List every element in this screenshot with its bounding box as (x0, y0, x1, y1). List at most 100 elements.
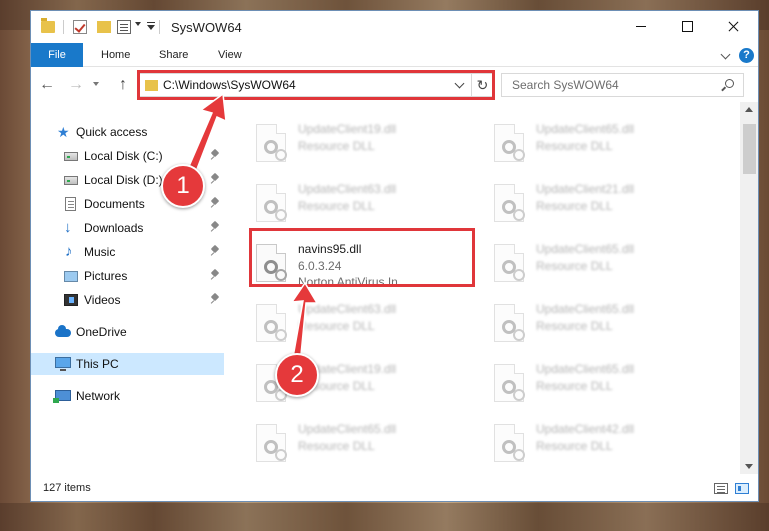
sidebar-item-label: OneDrive (76, 325, 127, 339)
dll-file-icon (494, 304, 525, 342)
address-path[interactable]: C:\Windows\SysWOW64 (163, 78, 296, 92)
pin-icon[interactable] (211, 198, 219, 208)
file-description: Resource DLL (536, 319, 613, 333)
up-arrow-icon[interactable]: ↑ (115, 77, 131, 93)
tab-home[interactable]: Home (101, 43, 130, 67)
file-item[interactable]: UpdateClient65.dll Resource DLL (488, 116, 718, 172)
star-icon: ★ (57, 124, 70, 140)
explorer-window: SysWOW64 File Home Share View ? ← → ↑ C:… (30, 10, 759, 502)
navigation-bar: ← → ↑ C:\Windows\SysWOW64 ↻ Search SysWO… (31, 68, 758, 102)
desktop-background-bottom (0, 503, 769, 531)
title-bar: SysWOW64 (31, 11, 758, 43)
help-button[interactable]: ? (739, 48, 754, 63)
gear-icon (264, 200, 287, 221)
file-description: Resource DLL (536, 259, 613, 273)
file-name: UpdateClient65.dll (298, 422, 397, 436)
search-icon[interactable] (725, 79, 734, 88)
tab-file[interactable]: File (31, 43, 83, 67)
sidebar-item-label: This PC (76, 357, 119, 371)
sidebar-item-local-disk-c[interactable]: Local Disk (C:) (31, 145, 224, 167)
file-name: UpdateClient65.dll (536, 242, 635, 256)
dll-file-icon (494, 244, 525, 282)
folder-icon[interactable] (41, 18, 55, 33)
file-item[interactable]: UpdateClient65.dll Resource DLL (250, 416, 480, 472)
file-item[interactable]: UpdateClient19.dll Resource DLL (250, 116, 480, 172)
vertical-scrollbar[interactable] (740, 102, 758, 474)
sidebar-item-this-pc[interactable]: This PC (31, 353, 224, 375)
back-arrow-icon[interactable]: ← (39, 77, 55, 93)
properties-check-icon[interactable] (73, 20, 87, 34)
details-view-icon[interactable] (714, 483, 728, 494)
file-name: UpdateClient63.dll (298, 302, 397, 316)
file-item[interactable]: UpdateClient65.dll Resource DLL (488, 236, 718, 292)
step-1-callout: 1 (161, 164, 205, 208)
forward-arrow-icon[interactable]: → (68, 77, 84, 93)
file-item[interactable]: UpdateClient65.dll Resource DLL (488, 296, 718, 352)
sidebar-item-pictures[interactable]: Pictures (31, 265, 224, 287)
pin-icon[interactable] (211, 222, 219, 232)
title-separator (159, 20, 160, 34)
status-bar: 127 items (31, 474, 758, 501)
sidebar-item-quick-access[interactable]: ★ Quick access (31, 121, 224, 143)
file-description: Resource DLL (298, 199, 375, 213)
minimize-button[interactable] (618, 11, 664, 41)
address-dropdown-chevron-icon[interactable] (454, 78, 465, 89)
new-folder-icon[interactable] (97, 21, 111, 33)
file-name: UpdateClient19.dll (298, 122, 397, 136)
dll-file-icon (256, 244, 287, 282)
scrollbar-thumb[interactable] (743, 124, 756, 174)
pictures-icon (64, 271, 78, 282)
pin-icon[interactable] (211, 270, 219, 280)
pin-icon[interactable] (211, 150, 219, 160)
file-description: Resource DLL (536, 439, 613, 453)
large-icons-view-icon[interactable] (735, 483, 749, 494)
chevron-down-icon[interactable] (135, 22, 141, 26)
scroll-down-arrow-icon[interactable] (745, 464, 753, 469)
file-item[interactable]: UpdateClient65.dll Resource DLL (488, 356, 718, 412)
file-item[interactable]: UpdateClient63.dll Resource DLL (250, 176, 480, 232)
sidebar-item-label: Documents (84, 197, 145, 211)
expand-ribbon-chevron-icon[interactable] (720, 49, 731, 60)
recent-locations-chevron-icon[interactable] (93, 82, 99, 86)
music-icon: ♪ (65, 243, 73, 260)
address-bar[interactable]: C:\Windows\SysWOW64 ↻ (138, 73, 493, 97)
close-button[interactable] (710, 11, 756, 41)
sidebar-item-music[interactable]: ♪ Music (31, 241, 224, 263)
tab-share[interactable]: Share (159, 43, 188, 67)
file-name: UpdateClient65.dll (536, 302, 635, 316)
properties-icon[interactable] (117, 20, 131, 34)
file-name: UpdateClient42.dll (536, 422, 635, 436)
sidebar-item-label: Network (76, 389, 121, 403)
search-input[interactable]: Search SysWOW64 (501, 73, 744, 97)
sidebar-item-label: Quick access (76, 125, 148, 139)
window-title: SysWOW64 (171, 20, 242, 35)
navigation-pane: ★ Quick access Local Disk (C:) Local Dis… (31, 102, 224, 474)
sidebar-item-downloads[interactable]: ↓ Downloads (31, 217, 224, 239)
gear-icon (502, 320, 525, 341)
file-description: Resource DLL (536, 139, 613, 153)
customize-toolbar-icon[interactable] (147, 22, 155, 30)
gear-icon (502, 440, 525, 461)
pin-icon[interactable] (211, 174, 219, 184)
dll-file-icon (494, 424, 525, 462)
sidebar-item-network[interactable]: Network (31, 385, 224, 407)
sidebar-item-onedrive[interactable]: OneDrive (31, 321, 224, 343)
address-folder-icon (145, 80, 158, 91)
pin-icon[interactable] (211, 246, 219, 256)
sidebar-item-videos[interactable]: Videos (31, 289, 224, 311)
file-name: UpdateClient63.dll (298, 182, 397, 196)
file-item[interactable]: UpdateClient21.dll Resource DLL (488, 176, 718, 232)
pin-icon[interactable] (211, 294, 219, 304)
videos-icon (64, 294, 78, 306)
file-item-navins95[interactable]: navins95.dll 6.0.3.24 Norton AntiVirus I… (250, 236, 480, 292)
tab-view[interactable]: View (218, 43, 242, 67)
file-description: Resource DLL (298, 439, 375, 453)
file-name: UpdateClient65.dll (536, 362, 635, 376)
dll-file-icon (256, 124, 287, 162)
maximize-button[interactable] (664, 11, 710, 41)
file-item[interactable]: UpdateClient63.dll Resource DLL (250, 296, 480, 352)
documents-icon (65, 197, 76, 211)
refresh-icon[interactable]: ↻ (471, 74, 493, 96)
scroll-up-arrow-icon[interactable] (745, 107, 753, 112)
file-item[interactable]: UpdateClient42.dll Resource DLL (488, 416, 718, 472)
